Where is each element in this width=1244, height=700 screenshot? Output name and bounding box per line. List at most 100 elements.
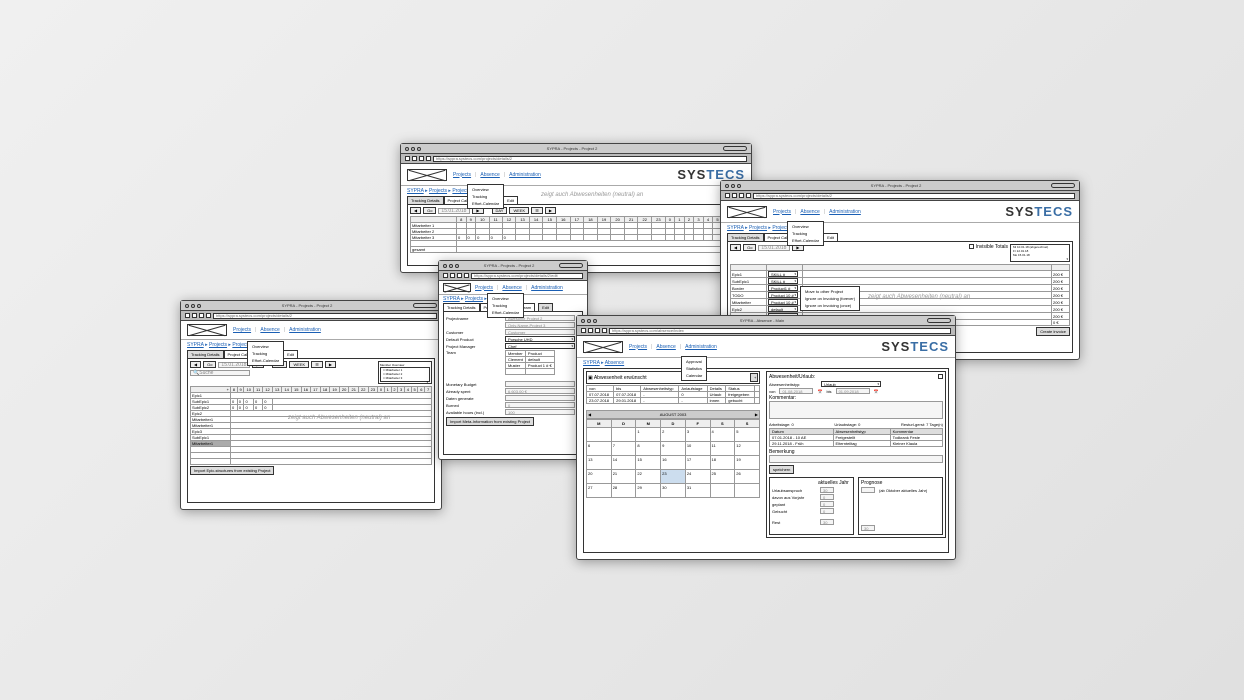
nav-absence[interactable]: Absence <box>502 285 521 291</box>
calendar-icon[interactable]: 📅 <box>817 389 822 394</box>
forward-icon[interactable] <box>588 328 593 333</box>
projects-dropdown[interactable]: OverviewTrackingEffort-Calendar <box>247 341 284 366</box>
tab-tracking-details[interactable]: Tracking Details <box>407 196 444 204</box>
prev-button[interactable]: ◀ <box>190 361 201 368</box>
dategen-input[interactable] <box>505 395 575 401</box>
import-epic-button[interactable]: Import Epic-structures from existing Pro… <box>190 466 274 475</box>
bemerkung-textarea[interactable] <box>769 455 943 463</box>
search-input[interactable]: 🔍 Suche <box>190 370 250 376</box>
nav-absence[interactable]: Absence <box>656 344 675 350</box>
invisible-totals-checkbox[interactable] <box>969 244 974 249</box>
week-view-button[interactable]: WEEK <box>509 207 529 214</box>
budget-input[interactable] <box>505 381 575 387</box>
today-button[interactable]: Go <box>743 244 756 251</box>
nav-projects[interactable]: Projects <box>233 327 251 333</box>
projects-dropdown[interactable]: OverviewTrackingEffort-Calendar <box>787 221 824 246</box>
prev-button[interactable]: ◀ <box>410 207 421 214</box>
cal-prev-icon[interactable]: ◀ <box>588 412 591 417</box>
home-icon[interactable] <box>602 328 607 333</box>
reload-icon[interactable] <box>457 273 462 278</box>
week-view-button[interactable]: WEEK <box>289 361 309 368</box>
save-button[interactable]: speichern <box>769 465 794 474</box>
url-field[interactable]: https://sypra.systecs.com/absence/index <box>609 328 951 334</box>
defaultproduct-select[interactable]: Porsche UHD <box>505 336 575 342</box>
nav-absence[interactable]: Absence <box>800 209 819 215</box>
nav-projects[interactable]: Projects <box>453 172 471 178</box>
customer-input[interactable]: Customer <box>505 329 575 335</box>
tab-edit[interactable]: Edit <box>538 303 553 311</box>
type-select[interactable]: Urlaub <box>821 381 881 387</box>
back-icon[interactable] <box>581 328 586 333</box>
tab-tracking-details[interactable]: Tracking Details <box>187 350 224 358</box>
home-icon[interactable] <box>206 313 211 318</box>
next2-button[interactable]: ▶ <box>325 361 336 368</box>
projectname-sub-input[interactable]: Only-Name-Project 3 <box>505 322 575 328</box>
forward-icon[interactable] <box>732 193 737 198</box>
home-icon[interactable] <box>464 273 469 278</box>
chef-checkbox[interactable] <box>938 374 943 379</box>
url-field[interactable]: https://sypra.systecs.com/projects/detai… <box>213 313 437 319</box>
kommentar-textarea[interactable] <box>769 401 943 419</box>
month-calendar[interactable]: MDMDFSS 12345 6789101112 13141516171819 … <box>586 419 760 498</box>
date-field[interactable]: 15.01.2018 <box>758 245 790 251</box>
nav-admin[interactable]: Administration <box>829 209 861 215</box>
today-button[interactable]: Go <box>203 361 216 368</box>
tab-edit[interactable]: Edit <box>283 350 298 358</box>
next2-button[interactable]: ▶ <box>545 207 556 214</box>
projects-dropdown[interactable]: Overview Tracking Effort-Calendar <box>467 184 504 209</box>
nav-admin[interactable]: Administration <box>685 344 717 350</box>
menu-tracking[interactable]: Tracking <box>469 193 502 200</box>
create-invoice-button[interactable]: Create Invoice <box>1036 327 1070 336</box>
home-icon[interactable] <box>426 156 431 161</box>
nav-admin[interactable]: Administration <box>531 285 563 291</box>
invoice-context-menu[interactable]: Move to other Project Ignore on Invoicin… <box>800 286 860 311</box>
invoice-dates-select[interactable]: Mi 10.01.18 (abgerechnet)Fr 12.01.18Mo 1… <box>1010 244 1070 262</box>
absence-dropdown[interactable]: ApprovalStatisticsCalendar <box>681 356 707 381</box>
reload-icon[interactable] <box>419 156 424 161</box>
nav-absence[interactable]: Absence <box>480 172 499 178</box>
back-icon[interactable] <box>185 313 190 318</box>
reload-icon[interactable] <box>595 328 600 333</box>
prev-button[interactable]: ◀ <box>730 244 741 251</box>
reload-icon[interactable] <box>199 313 204 318</box>
url-field[interactable]: https://sypra.systecs.com/projects/detai… <box>753 193 1075 199</box>
nav-projects[interactable]: Projects <box>773 209 791 215</box>
burned-input[interactable]: 0 <box>505 402 575 408</box>
url-field[interactable]: https://sypra.systecs.com/projects/detai… <box>433 156 747 162</box>
forward-icon[interactable] <box>412 156 417 161</box>
url-field[interactable]: https://sypra.systecs.com/projects/detai… <box>471 273 583 279</box>
tab-tracking-details[interactable]: Tracking Details <box>727 233 764 241</box>
back-icon[interactable] <box>725 193 730 198</box>
list-icon[interactable]: ☰ <box>531 207 543 214</box>
tab-edit[interactable]: Edit <box>503 196 518 204</box>
date-field[interactable]: 15.01.2018 <box>438 208 470 214</box>
tab-edit[interactable]: Edit <box>823 233 838 241</box>
forward-icon[interactable] <box>450 273 455 278</box>
nav-projects[interactable]: Projects <box>629 344 647 350</box>
nav-absence[interactable]: Absence <box>260 327 279 333</box>
date-field[interactable]: 15.01.2018 <box>218 362 250 368</box>
projects-dropdown[interactable]: OverviewTrackingEffort-Calendar <box>487 293 524 318</box>
back-icon[interactable] <box>443 273 448 278</box>
calendar-icon[interactable]: 📅 <box>874 389 879 394</box>
spent-input[interactable]: 6.603,00 € <box>505 388 575 394</box>
availhours-input[interactable]: 100 <box>505 409 575 415</box>
cal-next-icon[interactable]: ▶ <box>755 412 758 417</box>
tab-tracking-details[interactable]: Tracking Details <box>443 303 480 311</box>
nav-admin[interactable]: Administration <box>509 172 541 178</box>
forward-icon[interactable] <box>192 313 197 318</box>
menu-overview[interactable]: Overview <box>469 186 502 193</box>
today-button[interactable]: Go <box>423 207 436 214</box>
nav-admin[interactable]: Administration <box>289 327 321 333</box>
back-icon[interactable] <box>405 156 410 161</box>
reload-icon[interactable] <box>739 193 744 198</box>
add-absence-button[interactable]: + <box>750 373 758 382</box>
menu-effortcal[interactable]: Effort-Calendar <box>469 200 502 207</box>
member-select[interactable]: □ Mitarbeiter 1□ Mitarbeiter 2□ Mitarbei… <box>380 367 430 382</box>
bis-input[interactable]: 01.09.2018 <box>836 388 870 394</box>
import-meta-button[interactable]: Import Meta-Information from existing Pr… <box>446 417 534 426</box>
nav-projects[interactable]: Projects <box>475 285 493 291</box>
pm-select[interactable]: Chef <box>505 343 575 349</box>
von-input[interactable]: 01.08.2018 <box>779 388 813 394</box>
list-icon[interactable]: ☰ <box>311 361 323 368</box>
